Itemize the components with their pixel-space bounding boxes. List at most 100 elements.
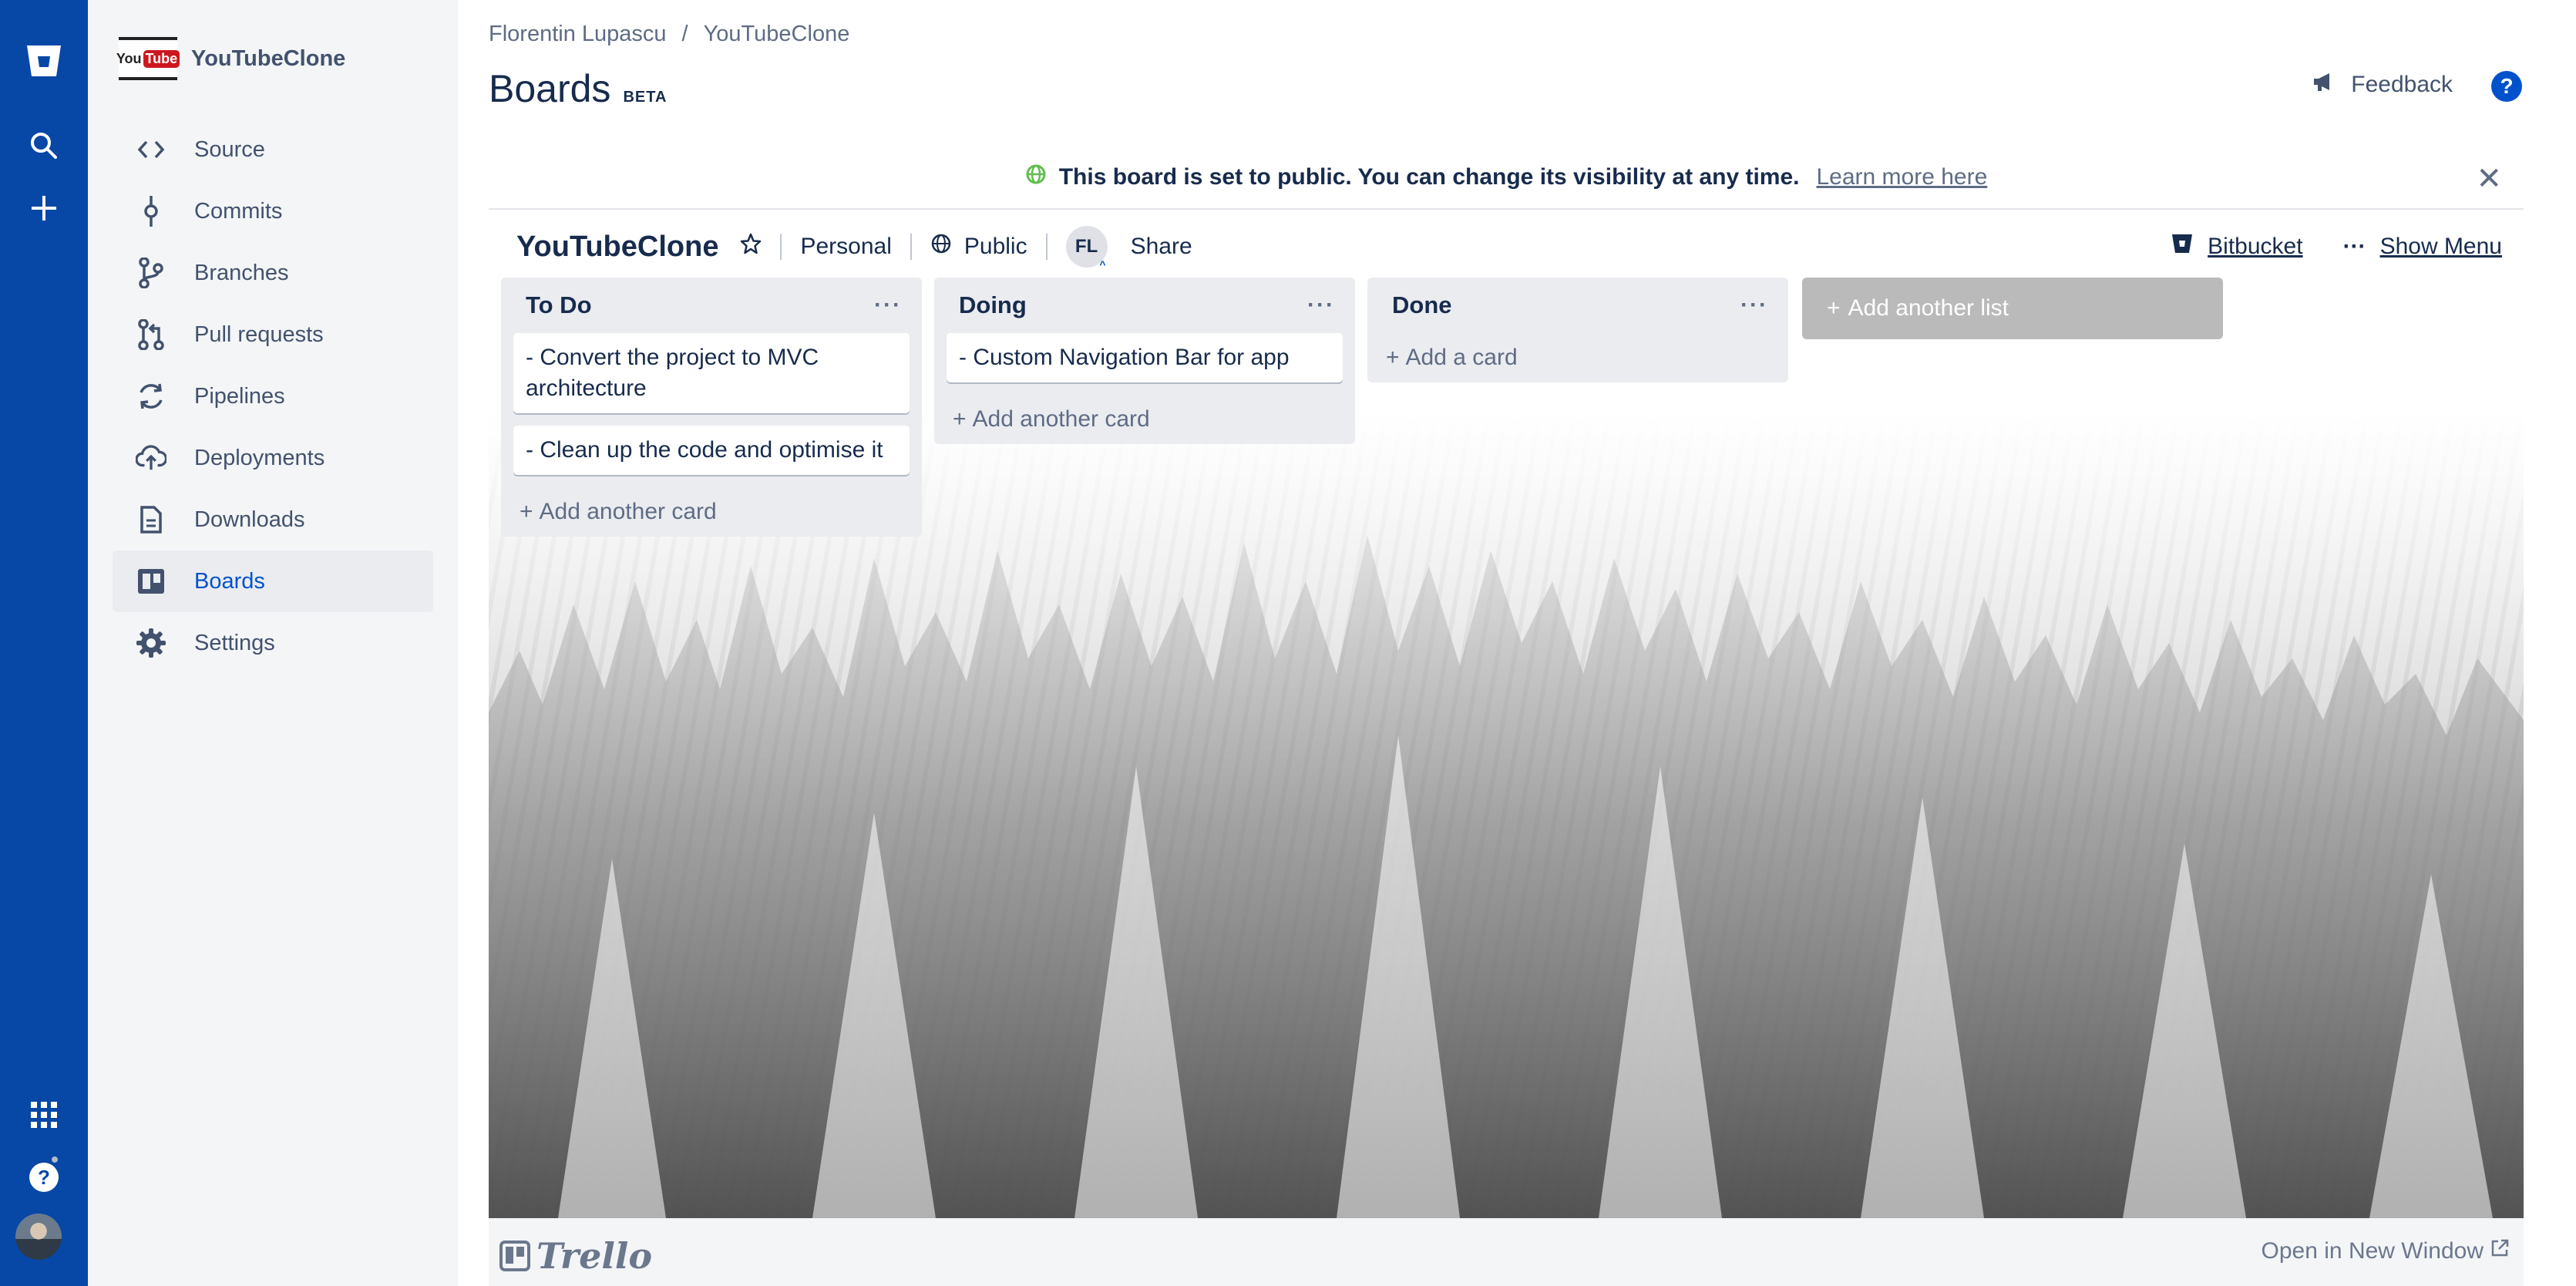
chevron-up-icon: ^ <box>1099 258 1106 271</box>
bitbucket-logo-icon[interactable] <box>17 34 71 88</box>
list-to-do: To Do ··· - Convert the project to MVC a… <box>501 278 922 537</box>
add-card-button[interactable]: + Add another card <box>501 487 922 537</box>
sidebar-item-label: Deployments <box>194 445 325 470</box>
list-header: To Do ··· <box>501 278 922 333</box>
trello-board-icon <box>499 1241 530 1271</box>
svg-text:?: ? <box>38 1166 50 1189</box>
notification-dot <box>49 1154 60 1165</box>
sidebar-item-boards[interactable]: Boards <box>113 550 433 612</box>
project-sidebar: You Tube YouTubeClone Source Commits Bran… <box>88 0 458 1286</box>
feedback-label: Feedback <box>2351 72 2453 97</box>
list-title[interactable]: Done <box>1392 291 1452 319</box>
help-button[interactable]: ? <box>2491 71 2522 102</box>
add-card-label: Add another card <box>972 406 1150 432</box>
sidebar-item-label: Boards <box>194 568 265 594</box>
page-title: Boards BETA <box>489 66 667 111</box>
add-list-button[interactable]: + Add another list <box>1802 278 2223 339</box>
visibility-button[interactable]: Public <box>964 234 1027 260</box>
sidebar-item-label: Settings <box>194 630 275 655</box>
page-title-text: Boards <box>489 67 611 110</box>
sidebar-item-pull-requests[interactable]: Pull requests <box>113 304 433 365</box>
downloads-icon <box>136 504 166 535</box>
list-done: Done ··· + Add a card <box>1367 278 1788 382</box>
trello-logo[interactable]: Trello <box>499 1235 652 1277</box>
plus-icon: + <box>520 499 533 524</box>
add-list-label: Add another list <box>1848 295 2009 321</box>
list-menu-icon[interactable]: ··· <box>1740 292 1768 318</box>
add-card-label: Add a card <box>1405 345 1518 370</box>
board-name[interactable]: YouTubeClone <box>516 231 718 264</box>
project-name: YouTubeClone <box>191 45 346 71</box>
global-nav: ? <box>0 0 88 1286</box>
sidebar-item-label: Branches <box>194 260 289 285</box>
card[interactable]: - Convert the project to MVC architectur… <box>513 333 910 413</box>
list-title[interactable]: To Do <box>526 291 592 319</box>
more-icon: ··· <box>2342 234 2366 259</box>
logo-text-you: You <box>116 50 142 66</box>
sidebar-item-pipelines[interactable]: Pipelines <box>113 365 433 427</box>
member-initials: FL <box>1074 236 1098 257</box>
sidebar-item-branches[interactable]: Branches <box>113 242 433 304</box>
list-menu-icon[interactable]: ··· <box>874 292 902 318</box>
close-icon[interactable]: ✕ <box>2476 163 2502 194</box>
sidebar-item-deployments[interactable]: Deployments <box>113 427 433 489</box>
card[interactable]: - Clean up the code and optimise it <box>513 426 910 475</box>
project-header[interactable]: You Tube YouTubeClone <box>116 34 346 83</box>
search-icon[interactable] <box>17 119 71 173</box>
feedback-button[interactable]: Feedback <box>2312 71 2453 99</box>
team-button[interactable]: Personal <box>800 234 891 260</box>
breadcrumb-separator: / <box>681 22 688 46</box>
learn-more-link[interactable]: Learn more here <box>1816 164 1987 190</box>
globe-icon <box>930 233 952 261</box>
member-avatar[interactable]: FL ^ <box>1065 226 1108 271</box>
commit-icon <box>136 196 166 227</box>
plus-icon: + <box>1827 295 1841 321</box>
help-icon[interactable]: ? <box>17 1150 71 1204</box>
board-header: YouTubeClone Personal Public FL ^ Share <box>516 224 2502 271</box>
board-canvas: YouTubeClone Personal Public FL ^ Share <box>489 211 2524 1218</box>
bitbucket-powerup-button[interactable]: Bitbucket <box>2208 234 2302 260</box>
pipelines-icon <box>136 381 166 412</box>
divider <box>1045 234 1048 260</box>
main-content: Florentin Lupascu / YouTubeClone Boards … <box>458 0 2576 1286</box>
settings-icon <box>136 628 166 658</box>
project-logo: You Tube <box>116 37 180 80</box>
board-header-right: Bitbucket ··· Show Menu <box>2171 233 2502 261</box>
add-card-button[interactable]: + Add a card <box>1367 333 1788 382</box>
beta-badge: BETA <box>623 89 668 106</box>
list-doing: Doing ··· - Custom Navigation Bar for ap… <box>934 278 1355 444</box>
sidebar-item-commits[interactable]: Commits <box>113 180 433 242</box>
list-title[interactable]: Doing <box>959 291 1027 319</box>
sidebar-item-label: Pipelines <box>194 383 285 409</box>
trello-footer: Trello Open in New Window <box>489 1218 2524 1286</box>
create-icon[interactable] <box>17 181 71 235</box>
app-switcher-icon[interactable] <box>17 1088 71 1142</box>
open-new-window-link[interactable]: Open in New Window <box>2262 1238 2510 1264</box>
show-menu-button[interactable]: Show Menu <box>2380 234 2502 260</box>
share-button[interactable]: Share <box>1131 234 1192 260</box>
deployments-icon <box>136 443 166 473</box>
bitbucket-icon <box>2171 233 2194 261</box>
list-header: Done ··· <box>1367 278 1788 333</box>
sidebar-item-label: Commits <box>194 198 283 224</box>
sidebar-item-settings[interactable]: Settings <box>113 612 433 674</box>
snowy-forest-background <box>489 535 2524 1218</box>
notice-text: This board is set to public. You can cha… <box>1058 164 1800 190</box>
sidebar-item-label: Downloads <box>194 507 305 532</box>
list-menu-icon[interactable]: ··· <box>1307 292 1335 318</box>
sidebar-item-downloads[interactable]: Downloads <box>113 489 433 550</box>
star-icon[interactable] <box>740 233 762 261</box>
user-avatar[interactable] <box>15 1214 62 1260</box>
breadcrumb-owner[interactable]: Florentin Lupascu <box>489 22 667 47</box>
boards-icon <box>136 566 166 597</box>
sidebar-item-label: Source <box>194 136 265 162</box>
add-card-label: Add another card <box>539 499 717 524</box>
branch-icon <box>136 258 166 288</box>
add-card-button[interactable]: + Add another card <box>934 395 1355 444</box>
card[interactable]: - Custom Navigation Bar for app <box>947 333 1343 382</box>
public-visibility-notice: This board is set to public. You can cha… <box>489 146 2524 210</box>
breadcrumb-repo[interactable]: YouTubeClone <box>704 22 850 47</box>
sidebar-item-source[interactable]: Source <box>113 119 433 180</box>
open-window-label: Open in New Window <box>2261 1238 2484 1264</box>
trello-wordmark: Trello <box>536 1235 653 1277</box>
